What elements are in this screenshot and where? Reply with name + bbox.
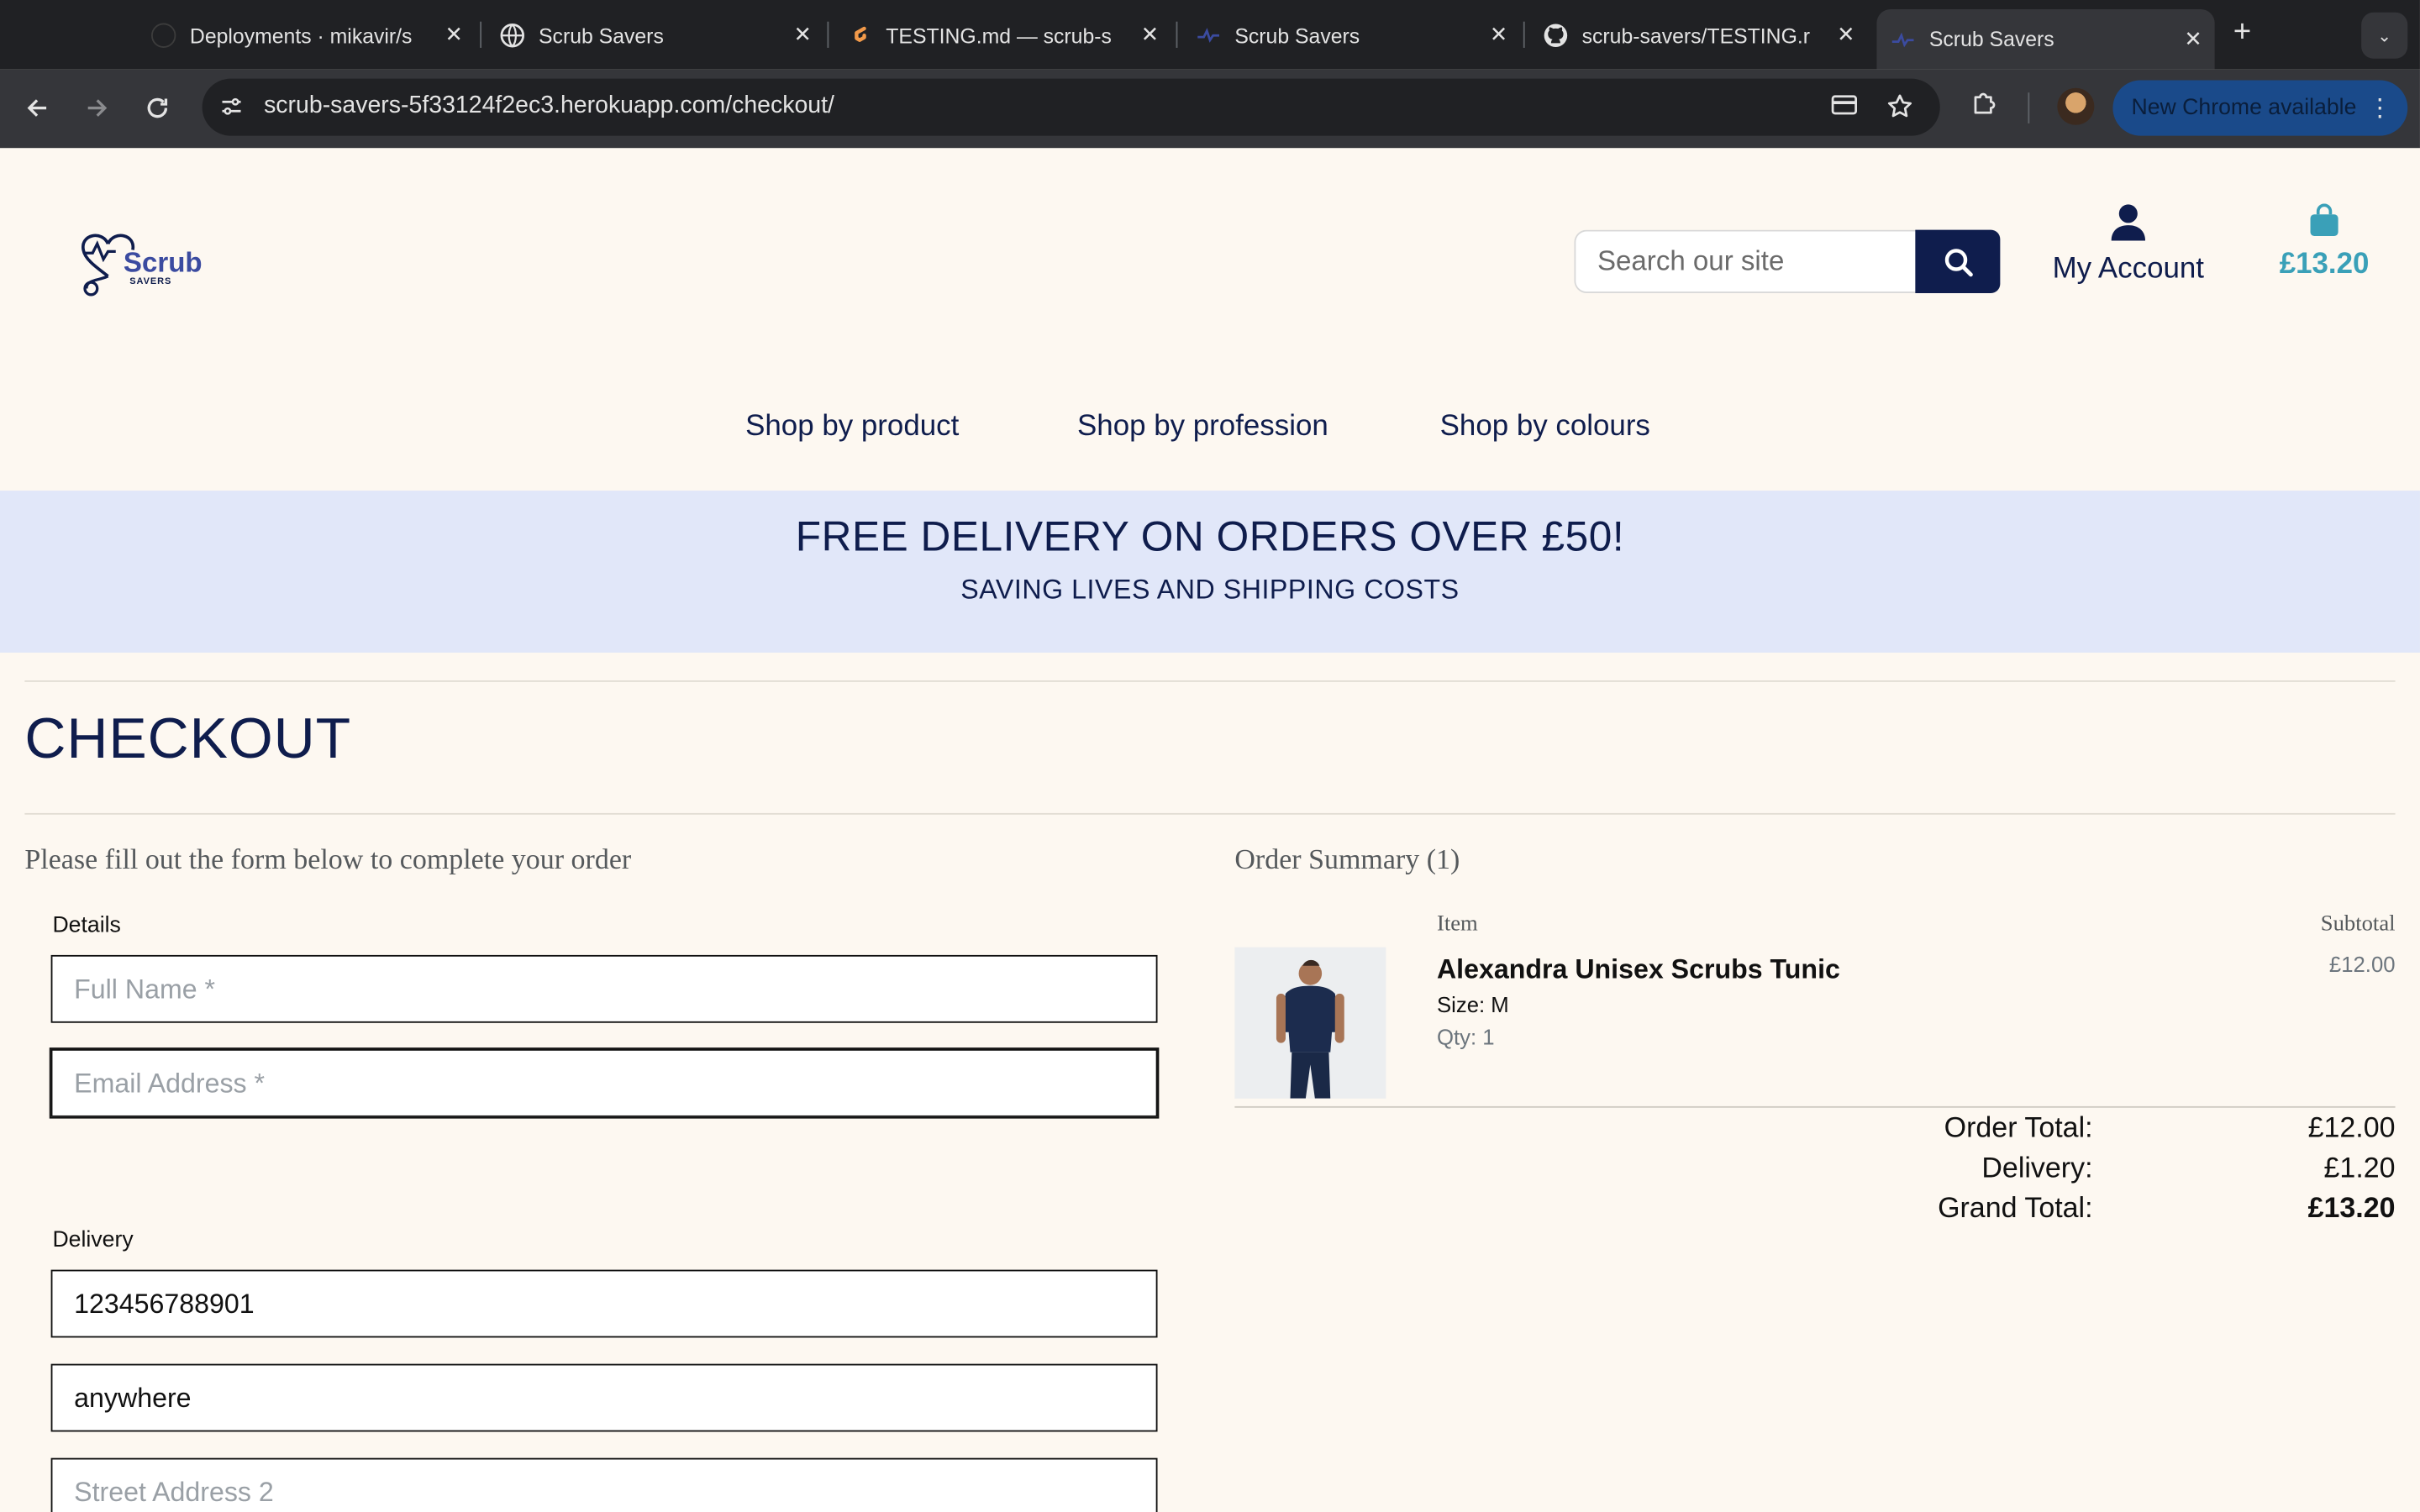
full-name-field <box>50 954 1158 1023</box>
page-title: CHECKOUT <box>24 706 352 770</box>
globe-icon <box>500 24 525 48</box>
browser-tab[interactable]: Scrub Savers ✕ <box>500 9 824 61</box>
site-settings-icon[interactable] <box>218 92 245 120</box>
close-icon[interactable]: ✕ <box>1490 22 1508 48</box>
item-column-header: Item <box>1436 911 1478 937</box>
details-label: Details <box>52 913 121 938</box>
email-input[interactable] <box>52 1050 1156 1116</box>
divider <box>24 812 2396 815</box>
close-icon[interactable]: ✕ <box>445 22 463 48</box>
gitpod-icon <box>847 24 871 48</box>
tab-search-chevron-icon[interactable]: ⌄ <box>2361 12 2408 59</box>
close-icon[interactable]: ✕ <box>794 22 813 48</box>
close-icon[interactable]: ✕ <box>1141 22 1160 48</box>
phone-input[interactable] <box>52 1271 1156 1336</box>
reload-icon[interactable] <box>140 91 174 124</box>
browser-tab[interactable]: Deployments · mikavir/s ✕ <box>151 9 476 61</box>
new-tab-icon[interactable]: + <box>2233 15 2251 50</box>
form-intro: Please fill out the form below to comple… <box>24 845 632 877</box>
street-address-1-field <box>50 1363 1158 1432</box>
bookmark-star-icon[interactable] <box>1886 92 1913 128</box>
order-total-label: Order Total: <box>1944 1110 2093 1143</box>
website: Scrub SAVERS My Account £13.20 Shop by p… <box>0 148 2420 1512</box>
product-qty: Qty: 1 <box>1436 1024 1495 1049</box>
full-name-input[interactable] <box>52 956 1156 1021</box>
tab-separator <box>1523 21 1525 48</box>
back-arrow-icon[interactable] <box>20 91 54 124</box>
browser-tab-active[interactable]: Scrub Savers ✕ <box>1876 9 2215 70</box>
street-address-2-input[interactable] <box>52 1459 1156 1512</box>
github-icon <box>151 23 176 48</box>
user-icon <box>2111 204 2146 241</box>
browser-tab[interactable]: Scrub Savers ✕ <box>1196 9 1520 61</box>
nav-shop-by-product[interactable]: Shop by product <box>745 411 959 444</box>
nav-shop-by-profession[interactable]: Shop by profession <box>1077 411 1328 444</box>
delivery-cost-label: Delivery: <box>1981 1151 2093 1184</box>
profile-avatar[interactable] <box>2057 87 2095 125</box>
product-name: Alexandra Unisex Scrubs Tunic <box>1436 953 1840 984</box>
product-subtotal: £12.00 <box>2328 952 2396 977</box>
bag-total: £13.20 <box>2279 248 2370 281</box>
delivery-banner: FREE DELIVERY ON ORDERS OVER £50! SAVING… <box>0 491 2420 653</box>
street-address-1-input[interactable] <box>52 1365 1156 1431</box>
extensions-puzzle-icon[interactable] <box>1970 90 1998 125</box>
banner-headline: FREE DELIVERY ON ORDERS OVER £50! <box>795 513 1625 560</box>
tab-separator <box>1176 21 1178 48</box>
my-account-link[interactable]: My Account <box>2046 203 2210 286</box>
tab-title: Scrub Savers <box>1234 24 1360 48</box>
tab-title: Scrub Savers <box>539 24 664 48</box>
delivery-cost-value: £1.20 <box>2323 1151 2396 1184</box>
more-vertical-icon[interactable]: ⋮ <box>2367 92 2391 123</box>
tab-separator <box>827 21 829 48</box>
my-account-label: My Account <box>2052 253 2205 286</box>
address-bar[interactable]: scrub-savers-5f33124f2ec3.herokuapp.com/… <box>202 78 1940 136</box>
tab-title: Deployments · mikavir/s <box>189 24 413 48</box>
street-address-2-field <box>50 1457 1158 1512</box>
url-text: scrub-savers-5f33124f2ec3.herokuapp.com/… <box>264 92 834 119</box>
email-field <box>49 1047 1160 1119</box>
grand-total-value: £13.20 <box>2307 1190 2396 1224</box>
scrub-savers-favicon-icon <box>1891 27 1915 51</box>
browser-tab[interactable]: TESTING.md — scrub-s ✕ <box>847 9 1171 61</box>
close-icon[interactable]: ✕ <box>1837 22 1855 48</box>
grand-total-label: Grand Total: <box>1938 1190 2093 1224</box>
phone-field <box>50 1269 1158 1338</box>
update-label: New Chrome available <box>2131 95 2357 121</box>
close-icon[interactable]: ✕ <box>2184 26 2202 52</box>
github-icon <box>1544 24 1568 48</box>
logo-subtext: SAVERS <box>129 277 172 287</box>
delivery-label: Delivery <box>52 1228 134 1253</box>
shopping-bag-link[interactable]: £13.20 <box>2278 203 2370 282</box>
tab-separator <box>480 21 482 48</box>
browser-tab[interactable]: scrub-savers/TESTING.r ✕ <box>1544 9 1868 61</box>
product-size: Size: M <box>1436 991 1509 1017</box>
search-button[interactable] <box>1915 229 2001 293</box>
nav-shop-by-colours[interactable]: Shop by colours <box>1440 411 1650 444</box>
divider <box>24 680 2396 682</box>
browser-tab-strip: Deployments · mikavir/s ✕ Scrub Savers ✕… <box>0 0 2420 70</box>
divider <box>1234 1105 2396 1108</box>
tab-title: TESTING.md — scrub-s <box>886 24 1112 48</box>
browser-toolbar: scrub-savers-5f33124f2ec3.herokuapp.com/… <box>0 69 2420 149</box>
forward-arrow-icon[interactable] <box>81 91 114 124</box>
page-root: Deployments · mikavir/s ✕ Scrub Savers ✕… <box>0 0 2420 1512</box>
site-search <box>1574 229 1918 293</box>
subtotal-column-header: Subtotal <box>2320 911 2396 937</box>
order-summary-title: Order Summary (1) <box>1234 845 1460 877</box>
order-total-value: £12.00 <box>2307 1110 2396 1143</box>
tab-title: scrub-savers/TESTING.r <box>1581 24 1811 48</box>
toolbar-divider <box>2028 92 2030 123</box>
banner-subline: SAVING LIVES AND SHIPPING COSTS <box>960 574 1460 605</box>
product-photo-figure <box>1234 947 1386 1099</box>
search-icon <box>1944 248 1972 276</box>
scrub-savers-favicon-icon <box>1196 24 1220 48</box>
shopping-bag-icon <box>2310 203 2338 237</box>
logo-text: Scrub <box>123 246 203 278</box>
card-icon[interactable] <box>1830 92 1858 125</box>
product-image[interactable] <box>1234 947 1386 1099</box>
search-input[interactable] <box>1576 231 1918 292</box>
chrome-update-button[interactable]: New Chrome available ⋮ <box>2112 80 2408 136</box>
tab-title: Scrub Savers <box>1928 28 2054 51</box>
